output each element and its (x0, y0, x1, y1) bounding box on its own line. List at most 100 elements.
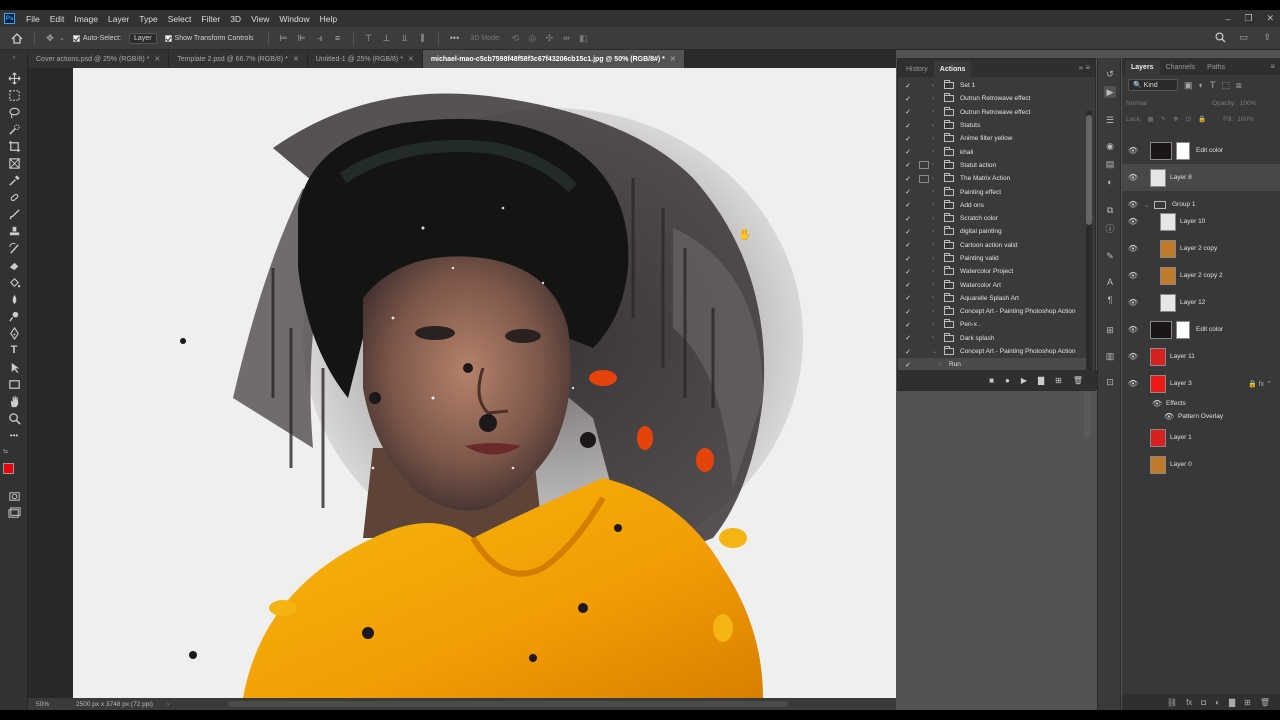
document-tab[interactable]: Cover actions.psd @ 25% (RGB/8) * ✕ (28, 50, 170, 68)
toggle-check-icon[interactable]: ✓ (902, 95, 914, 103)
eye-icon[interactable]: 👁 (1122, 412, 1178, 421)
adjustment-layer-icon[interactable]: ◐ (1215, 698, 1220, 707)
channels-icon[interactable]: ⧉ (1104, 204, 1116, 216)
chevron-right-icon[interactable]: › (932, 83, 942, 89)
align-justify-icon[interactable]: ≡ (329, 33, 347, 43)
opacity-field[interactable]: 100% (1240, 100, 1257, 107)
eye-icon[interactable]: 👁 (1122, 352, 1144, 361)
action-set-row[interactable]: ✓ › Painting valid (898, 252, 1086, 265)
layer-row[interactable]: 👁 Layer 3 🔒 fx ⌃ (1122, 370, 1280, 397)
delete-layer-icon[interactable]: 🗑 (1260, 698, 1270, 707)
menu-view[interactable]: View (246, 14, 274, 24)
toggle-check-icon[interactable]: ✓ (902, 201, 914, 209)
new-set-icon[interactable]: ▇ (1038, 376, 1044, 385)
play-icon[interactable]: ▶ (1021, 376, 1027, 385)
close-tab-icon[interactable]: ✕ (293, 55, 299, 63)
history-brush-tool-icon[interactable] (4, 240, 24, 256)
toggle-check-icon[interactable]: ✓ (902, 308, 914, 316)
action-set-row[interactable]: ✓ › digital painting (898, 225, 1086, 238)
toggle-check-icon[interactable]: ✓ (902, 281, 914, 289)
close-tab-icon[interactable]: ✕ (154, 55, 160, 63)
chevron-down-icon[interactable]: ⌄ (932, 348, 942, 355)
action-set-row[interactable]: ✓ › Set 1 (898, 79, 1086, 92)
toggle-check-icon[interactable]: ✓ (902, 122, 914, 130)
chevron-right-icon[interactable]: › (932, 202, 942, 208)
toggle-check-icon[interactable]: ✓ (902, 108, 914, 116)
lock-icons[interactable]: ▦✎✥⊡🔒 (1148, 115, 1214, 123)
blur-tool-icon[interactable] (4, 291, 24, 307)
chevron-right-icon[interactable]: › (932, 322, 942, 328)
swap-colors-icon[interactable]: ⇆ (3, 448, 8, 455)
toggle-check-icon[interactable]: ✓ (902, 82, 914, 90)
eyedropper-tool-icon[interactable] (4, 172, 24, 188)
document-tab[interactable]: michael-mao-c5cb7598f48f58f3c67f43206cb1… (422, 50, 685, 68)
share-icon[interactable]: ⇪ (1263, 32, 1271, 43)
toggle-check-icon[interactable]: ✓ (902, 334, 914, 342)
paragraph-icon[interactable]: ¶ (1104, 294, 1116, 306)
toggle-check-icon[interactable]: ✓ (902, 241, 914, 249)
chevron-right-icon[interactable]: › (932, 123, 942, 129)
layer-row[interactable]: Layer 0 (1122, 451, 1280, 478)
pen-tool-icon[interactable] (4, 325, 24, 341)
document-tab[interactable]: Template 2.psd @ 66.7% (RGB/8) * ✕ (169, 50, 308, 68)
dialog-toggle-icon[interactable] (919, 82, 929, 90)
path-select-tool-icon[interactable] (4, 359, 24, 375)
distribute-icon[interactable]: ⫼ (414, 33, 432, 44)
menu-file[interactable]: File (21, 14, 45, 24)
new-action-icon[interactable]: ⊞ (1055, 376, 1062, 385)
action-set-row[interactable]: ✓ › Painting effect (898, 185, 1086, 198)
fx-icon[interactable]: fx (1186, 698, 1192, 707)
layer-row[interactable]: 👁 Layer 2 copy (1122, 235, 1280, 262)
align-left-icon[interactable]: ⊨ (275, 33, 293, 44)
eye-icon[interactable]: 👁 (1122, 146, 1144, 155)
delete-icon[interactable]: 🗑 (1073, 376, 1083, 385)
toggle-check-icon[interactable]: ✓ (902, 175, 914, 183)
tab-paths[interactable]: Paths (1201, 60, 1231, 75)
menu-edit[interactable]: Edit (45, 14, 70, 24)
tab-history[interactable]: History (900, 61, 934, 77)
history-panel-icon[interactable]: ↺ (1104, 68, 1116, 80)
layer-row[interactable]: 👁 Edit color (1122, 137, 1280, 164)
filter-adjustment-icon[interactable]: ◐ (1199, 80, 1204, 90)
action-set-row[interactable]: ✓ ⌄ Concept Art - Painting Photoshop Actio… (898, 345, 1086, 358)
foreground-color-swatch[interactable] (3, 463, 14, 474)
grid-icon[interactable]: ⊞ (1104, 324, 1116, 336)
chevron-right-icon[interactable]: › (932, 109, 942, 115)
minimize-icon[interactable]: – (1225, 14, 1230, 24)
layer-row[interactable]: Layer 1 (1122, 424, 1280, 451)
3d-slide-icon[interactable]: ⇹ (558, 33, 575, 44)
chevron-right-icon[interactable]: › (932, 295, 942, 301)
layer-row[interactable]: 👁 Layer 11 (1122, 343, 1280, 370)
search-icon[interactable] (1215, 32, 1226, 43)
eye-icon[interactable]: 👁 (1122, 217, 1144, 226)
3d-orbit-icon[interactable]: ⟲ (507, 33, 524, 44)
action-set-row[interactable]: ✓ › Statut action (898, 159, 1086, 172)
layer-row[interactable]: 👁 Layer 10 (1122, 208, 1280, 235)
eye-icon[interactable]: 👁 (1122, 325, 1144, 334)
healing-brush-tool-icon[interactable] (4, 189, 24, 205)
eye-icon[interactable]: 👁 (1122, 244, 1144, 253)
toggle-check-icon[interactable]: ✓ (902, 148, 914, 156)
layer-effect-row[interactable]: 👁 Effects (1122, 397, 1280, 410)
3d-pan-icon[interactable]: ✣ (541, 33, 558, 44)
type-tool-icon[interactable]: T (4, 342, 24, 358)
dialog-toggle-icon[interactable] (919, 228, 929, 236)
dialog-toggle-icon[interactable] (919, 294, 929, 302)
chevron-down-icon[interactable]: ⌄ (59, 34, 65, 42)
chevron-right-icon[interactable]: › (932, 309, 942, 315)
toggle-check-icon[interactable]: ✓ (902, 268, 914, 276)
toggle-check-icon[interactable]: ✓ (902, 361, 914, 369)
dialog-toggle-icon[interactable] (919, 135, 929, 143)
menu-image[interactable]: Image (69, 14, 103, 24)
dialog-toggle-icon[interactable] (919, 108, 929, 116)
toggle-check-icon[interactable]: ✓ (902, 255, 914, 263)
frame-tool-icon[interactable] (4, 155, 24, 171)
chevron-right-icon[interactable]: › (932, 136, 942, 142)
layer-mask-thumbnail[interactable] (1176, 320, 1190, 339)
dialog-toggle-icon[interactable] (919, 174, 929, 183)
stop-icon[interactable]: ■ (989, 376, 994, 385)
filter-shape-icon[interactable]: ⬚ (1221, 80, 1230, 91)
actions-scrollbar[interactable] (1086, 111, 1092, 391)
chevron-right-icon[interactable]: › (932, 189, 942, 195)
more-options-icon[interactable]: ••• (445, 33, 465, 43)
